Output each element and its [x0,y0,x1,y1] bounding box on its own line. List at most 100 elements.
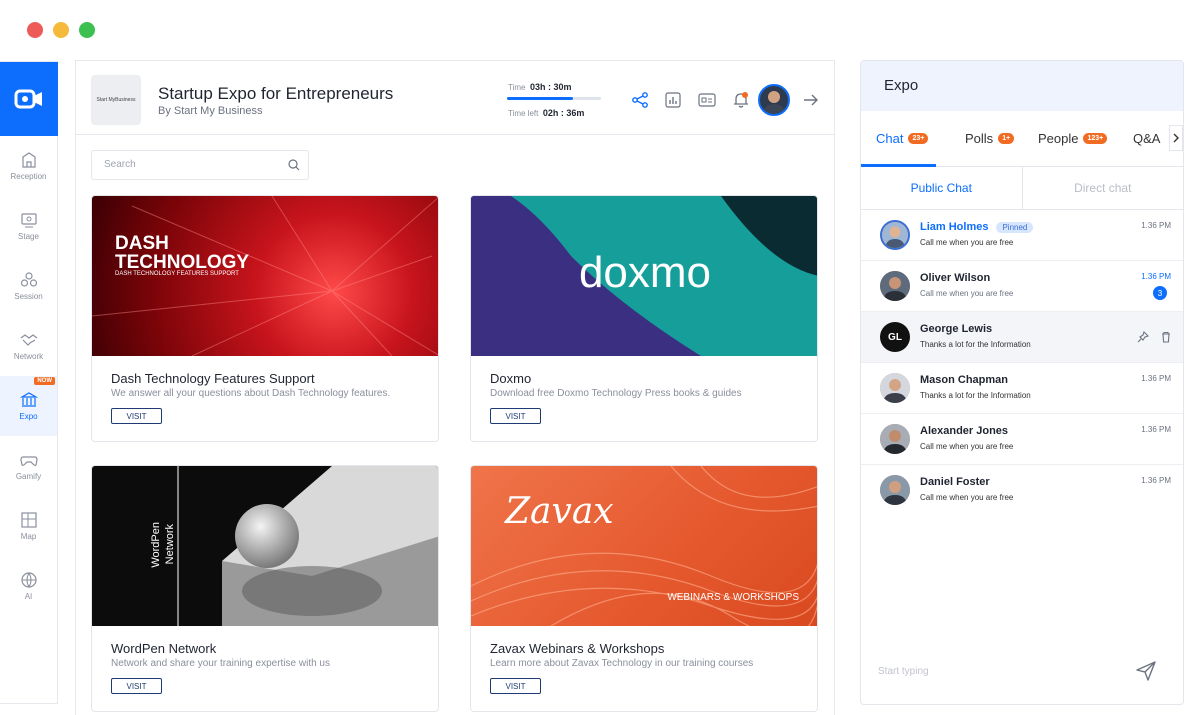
dash-overlay-line1: DASH [115,233,169,254]
page-title: Startup Expo for Entrepreneurs [158,84,394,103]
chat-message[interactable]: GL George Lewis Thanks a lot for the Inf… [861,312,1183,363]
close-dot[interactable] [27,22,43,38]
new-badge: NOW [34,377,55,385]
message-input[interactable]: Start typing [878,666,929,677]
author-name: Liam Holmes [920,221,989,233]
avatar [880,220,910,250]
message-text: Thanks a lot for the Information [920,391,1031,400]
message-author: Mason Chapman [920,374,1009,386]
notification-bell-icon[interactable] [732,91,750,109]
chat-message[interactable]: Mason Chapman Thanks a lot for the Infor… [861,363,1183,414]
person-silhouette-icon [880,373,910,403]
event-header: Start MyBusiness Startup Expo for Entrep… [76,61,834,135]
sidebar-item-expo[interactable]: NOW Expo [0,376,57,436]
sidebar-item-map[interactable]: Map [0,496,57,556]
maximize-dot[interactable] [79,22,95,38]
booth-card-wordpen[interactable]: WordPen Network WordPen Network Network … [91,465,439,712]
avatar [880,475,910,505]
chat-message[interactable]: Daniel Foster Call me when you are free … [861,465,1183,516]
expo-main: Start MyBusiness Startup Expo for Entrep… [75,60,835,715]
message-time: 1.36 PM [1141,221,1171,230]
tabs-scroll-right-button[interactable] [1169,125,1183,151]
tab-direct-chat[interactable]: Direct chat [1021,167,1184,209]
share-icon[interactable] [631,91,649,109]
message-time: 1.36 PM [1141,272,1171,281]
page-subtitle: By Start My Business [158,105,263,117]
chat-subtabs: Public Chat Direct chat [861,167,1183,210]
event-logo-text: Start MyBusiness [96,97,136,103]
person-silhouette-icon [880,475,910,505]
gamepad-icon [19,456,38,466]
visit-button[interactable]: VISIT [111,678,162,694]
sidebar-item-stage[interactable]: Stage [0,196,57,256]
time-value: 03h : 30m [529,82,572,92]
time-left-label: Time left [508,109,539,118]
app-logo[interactable] [0,62,58,136]
session-icon [20,272,37,287]
message-author: Daniel Foster [920,476,990,488]
sidebar-item-reception[interactable]: Reception [0,136,57,196]
tab-qa[interactable]: Q&A [1133,131,1160,146]
sidebar-item-label: Session [14,292,43,301]
person-silhouette-icon [882,222,908,248]
search-icon [288,159,300,171]
sidebar-item-label: Reception [10,172,47,181]
building-icon [21,152,36,168]
booth-card-zavax[interactable]: Zavax WEBINARS & WORKSHOPS Zavax Webinar… [470,465,818,712]
sidebar-item-ai[interactable]: AI [0,556,57,616]
dash-overlay-line3: DASH TECHNOLOGY FEATURES SUPPORT [115,271,239,277]
avatar: GL [880,322,910,352]
tab-people[interactable]: People 123+ [1038,131,1108,146]
message-author: Oliver Wilson [920,272,991,284]
sidebar-item-network[interactable]: Network [0,316,57,376]
person-silhouette-icon [763,91,785,114]
zavax-overlay-subtitle: WEBINARS & WORKSHOPS [667,592,799,603]
chat-message[interactable]: Liam Holmes Pinned Call me when you are f… [861,210,1183,261]
active-tab-indicator [861,164,936,167]
arrow-right-icon[interactable] [802,91,820,109]
message-text: Call me when you are free [920,238,1014,247]
sphere-scene [177,466,438,626]
handshake-icon [20,334,37,346]
analytics-icon[interactable] [664,91,682,109]
doxmo-overlay: doxmo [578,248,712,297]
sidebar-item-gamify[interactable]: Gamify [0,436,57,496]
search-placeholder: Search [104,159,136,170]
booth-card-dash[interactable]: DASH TECHNOLOGY DASH TECHNOLOGY FEATURES… [91,195,439,442]
tab-label: Q&A [1133,131,1161,146]
chat-panel: Expo Chat 23+ Polls 1+ People 123+ Q&A Publ… [860,60,1184,705]
zavax-logo-text: Zavax [505,491,614,532]
count-badge: 1+ [998,133,1015,144]
chat-message[interactable]: Oliver Wilson Call me when you are free … [861,261,1183,312]
window-controls [27,22,95,38]
count-badge: 123+ [1083,133,1108,144]
id-card-icon[interactable] [698,91,716,109]
sidebar-item-session[interactable]: Session [0,256,57,316]
tab-label: Polls [965,131,994,146]
visit-button[interactable]: VISIT [490,408,541,424]
pin-icon[interactable] [1137,331,1149,343]
search-input[interactable]: Search [91,150,309,180]
visit-button[interactable]: VISIT [111,408,162,424]
visit-button[interactable]: VISIT [490,678,541,694]
tab-label: Chat [876,131,904,146]
booth-description: Download free Doxmo Technology Press boo… [490,388,742,399]
wordpen-overlay-2: Network [164,524,176,565]
chat-message[interactable]: Alexander Jones Call me when you are fre… [861,414,1183,465]
booth-title: WordPen Network [111,641,217,656]
minimize-dot[interactable] [53,22,69,38]
wordpen-overlay: WordPen [150,522,163,568]
tab-polls[interactable]: Polls 1+ [965,131,1015,146]
user-avatar[interactable] [758,84,790,116]
tab-chat[interactable]: Chat 23+ [876,131,929,146]
trash-icon[interactable] [1160,331,1172,343]
booth-description: Learn more about Zavax Technology in our… [490,658,754,669]
send-icon[interactable] [1135,660,1157,682]
avatar [880,373,910,403]
message-text: Thanks a lot for the Information [920,340,1031,349]
tab-public-chat[interactable]: Public Chat [861,167,1022,209]
booth-card-doxmo[interactable]: doxmo Doxmo Download free Doxmo Technolo… [470,195,818,442]
message-text: Call me when you are free [920,493,1014,502]
booth-title: Zavax Webinars & Workshops [490,641,665,656]
avatar [880,271,910,301]
